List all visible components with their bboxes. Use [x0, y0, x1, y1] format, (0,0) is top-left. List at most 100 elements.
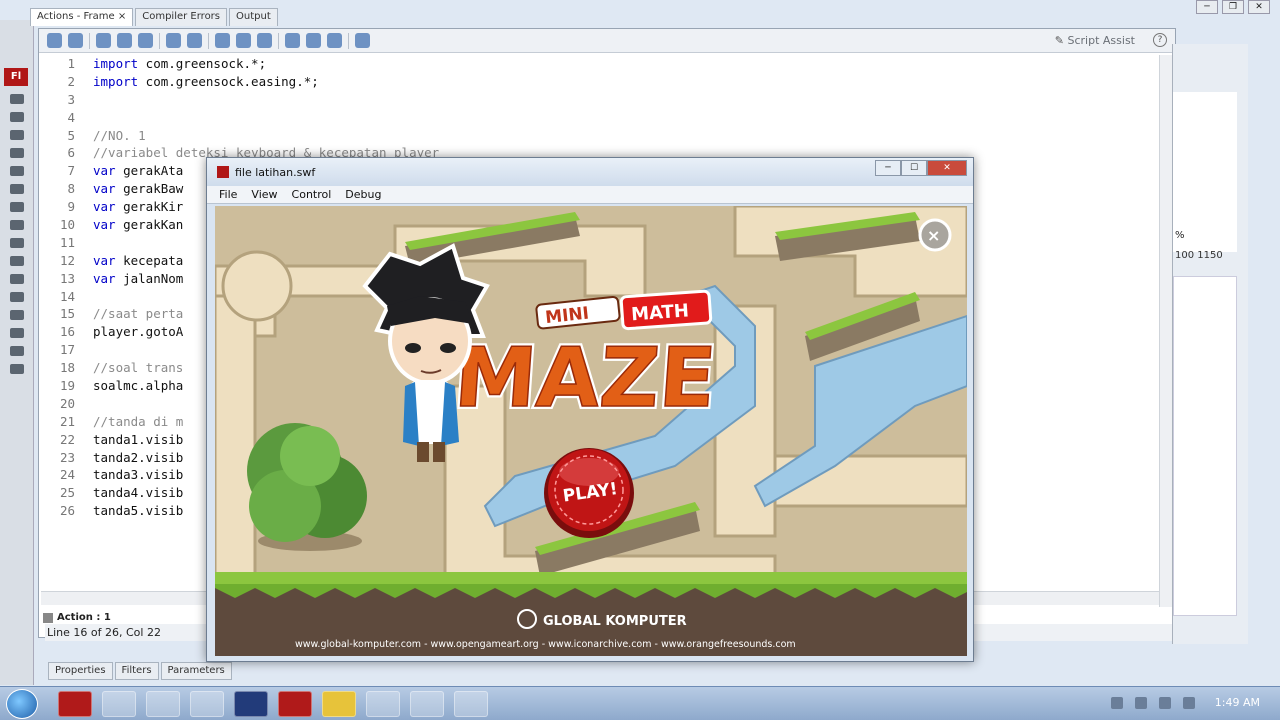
- keyword-text: var: [93, 181, 116, 197]
- taskbar-photoshop[interactable]: [234, 691, 268, 717]
- collapse-selection-icon[interactable]: [236, 33, 251, 48]
- add-statement-icon[interactable]: [47, 33, 62, 48]
- line-number: 8: [67, 181, 75, 197]
- start-button[interactable]: [6, 689, 38, 719]
- zoom-percent[interactable]: %: [1175, 230, 1185, 241]
- code-hint-icon[interactable]: [166, 33, 181, 48]
- check-syntax-icon[interactable]: [117, 33, 132, 48]
- code-text: kecepata: [115, 252, 184, 268]
- taskbar-explorer[interactable]: [102, 691, 136, 717]
- keyword-text: var: [93, 199, 116, 215]
- restore-icon[interactable]: ❐: [1222, 0, 1244, 14]
- clock[interactable]: 1:49 AM: [1215, 696, 1260, 709]
- help-icon[interactable]: ?: [1153, 33, 1167, 47]
- block-comment-icon[interactable]: [285, 33, 300, 48]
- volume-icon[interactable]: [1182, 696, 1195, 709]
- battery-icon[interactable]: [1158, 696, 1171, 709]
- taskbar-chrome[interactable]: [322, 691, 356, 717]
- line-number: 20: [59, 395, 75, 411]
- paint-bucket-tool-icon[interactable]: [10, 292, 24, 302]
- taskbar-app[interactable]: [410, 691, 444, 717]
- action-frame-tab[interactable]: Action : 1: [43, 612, 111, 623]
- brush-tool-icon[interactable]: [10, 256, 24, 266]
- bone-tool-icon[interactable]: [10, 274, 24, 284]
- taskbar-media[interactable]: [146, 691, 180, 717]
- close-window-icon[interactable]: ✕: [1248, 0, 1270, 14]
- remove-comment-icon[interactable]: [327, 33, 342, 48]
- taskbar-app[interactable]: [454, 691, 488, 717]
- line-number: 1: [67, 56, 75, 71]
- frame-icon: [43, 612, 53, 623]
- play-button[interactable]: PLAY!: [544, 448, 634, 538]
- code-line[interactable]: 2 import com.greensock.easing.*;: [39, 73, 1159, 91]
- code-text: player.gotoA: [93, 324, 184, 340]
- tab-filters[interactable]: Filters: [114, 662, 159, 680]
- eyedropper-tool-icon[interactable]: [10, 310, 24, 320]
- menu-file[interactable]: File: [219, 188, 237, 201]
- code-line[interactable]: 4: [39, 109, 1159, 127]
- line-comment-icon[interactable]: [306, 33, 321, 48]
- menu-debug[interactable]: Debug: [345, 188, 381, 201]
- keyword-text: import: [93, 73, 139, 89]
- lasso-tool-icon[interactable]: [10, 148, 24, 158]
- minimize-icon[interactable]: ─: [1196, 0, 1218, 14]
- tab-compiler-errors[interactable]: Compiler Errors: [135, 8, 228, 26]
- maximize-icon[interactable]: ☐: [901, 160, 927, 176]
- tray-icon[interactable]: [1110, 696, 1123, 709]
- expand-all-icon[interactable]: [257, 33, 272, 48]
- toggle-toolbox-icon[interactable]: [355, 33, 370, 48]
- zoom-tool-icon[interactable]: [10, 364, 24, 374]
- auto-format-icon[interactable]: [138, 33, 153, 48]
- text-tool-icon[interactable]: [10, 184, 24, 194]
- game-stage[interactable]: MINI MATH MAZE MAZE PLAY! × GLOBAL KOMPU…: [215, 206, 967, 656]
- menu-control[interactable]: Control: [292, 188, 332, 201]
- target-path-icon[interactable]: [96, 33, 111, 48]
- line-number: 3: [67, 91, 75, 107]
- close-window-icon[interactable]: ✕: [927, 160, 967, 176]
- eraser-tool-icon[interactable]: [10, 328, 24, 338]
- find-icon[interactable]: [68, 33, 83, 48]
- panel-tabs: Actions - Frame × Compiler Errors Output: [30, 8, 278, 26]
- taskbar-app[interactable]: [366, 691, 400, 717]
- keyword-text: var: [93, 217, 116, 233]
- debug-options-icon[interactable]: [187, 33, 202, 48]
- transform-tool-icon[interactable]: [10, 130, 24, 140]
- pencil-tool-icon[interactable]: [10, 238, 24, 248]
- line-number: 22: [59, 431, 75, 447]
- tab-properties[interactable]: Properties: [48, 662, 113, 680]
- keyword-text: var: [93, 252, 116, 268]
- tab-actions-frame[interactable]: Actions - Frame ×: [30, 8, 134, 26]
- taskbar-flash[interactable]: [58, 691, 92, 717]
- tab-output[interactable]: Output: [229, 8, 278, 26]
- code-text: gerakBaw: [115, 181, 184, 197]
- line-source: var kecepata: [75, 252, 183, 270]
- line-source: [75, 109, 93, 127]
- line-tool-icon[interactable]: [10, 202, 24, 212]
- tab-parameters[interactable]: Parameters: [160, 662, 232, 680]
- taskbar-notes[interactable]: [190, 691, 224, 717]
- line-source: //NO. 1: [75, 127, 146, 145]
- network-icon[interactable]: [1134, 696, 1147, 709]
- code-line[interactable]: 5 //NO. 1: [39, 127, 1159, 145]
- rectangle-tool-icon[interactable]: [10, 220, 24, 230]
- subselection-tool-icon[interactable]: [10, 112, 24, 122]
- selection-tool-icon[interactable]: [10, 94, 24, 104]
- keyword-text: var: [93, 163, 116, 179]
- collapse-between-icon[interactable]: [215, 33, 230, 48]
- game-close-button[interactable]: ×: [918, 218, 952, 252]
- system-tray: 1:49 AM: [1110, 696, 1260, 709]
- taskbar-flash-player[interactable]: [278, 691, 312, 717]
- hand-tool-icon[interactable]: [10, 346, 24, 356]
- minimize-icon[interactable]: ─: [875, 160, 901, 176]
- pen-tool-icon[interactable]: [10, 166, 24, 176]
- line-number: 18: [59, 360, 75, 376]
- script-assist-button[interactable]: Script Assist: [1055, 34, 1136, 47]
- code-line[interactable]: 1 import com.greensock.*;: [39, 55, 1159, 73]
- line-source: [75, 234, 93, 252]
- code-line[interactable]: 3: [39, 91, 1159, 109]
- line-number: 15: [59, 306, 75, 322]
- line-source: //soal trans: [75, 359, 183, 377]
- menu-view[interactable]: View: [251, 188, 277, 201]
- close-icon[interactable]: ×: [118, 11, 126, 22]
- line-number: 13: [59, 270, 75, 286]
